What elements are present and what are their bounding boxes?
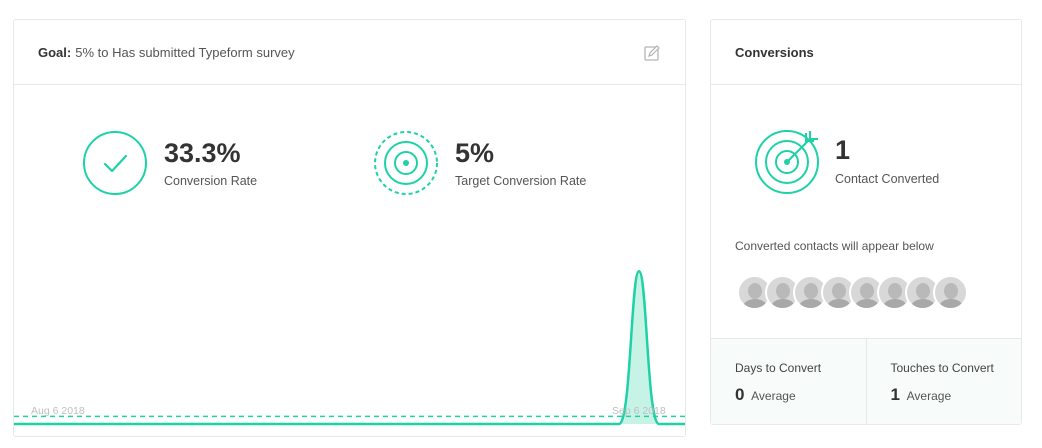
converted-count: 1 (835, 135, 851, 165)
days-to-convert-value: 0 (735, 385, 745, 404)
contact-avatar[interactable] (933, 275, 968, 310)
days-to-convert-value-row: 0 Average (735, 385, 866, 405)
days-to-convert-stat: Days to Convert 0 Average (711, 339, 866, 424)
conversion-stats: Days to Convert 0 Average Touches to Con… (711, 338, 1021, 424)
touches-to-convert-value-row: 1 Average (891, 385, 1022, 405)
edit-icon[interactable] (643, 44, 661, 62)
avatar-list (737, 275, 968, 310)
goal-description: 5% to Has submitted Typeform survey (75, 44, 295, 60)
series-line (14, 270, 685, 426)
x-axis-start-label: Aug 6 2018 (31, 405, 85, 417)
conversions-header: Conversions (711, 20, 1021, 85)
goal-card: Goal: 5% to Has submitted Typeform surve… (13, 19, 686, 437)
goal-prefix: Goal: (38, 44, 72, 60)
days-to-convert-unit: Average (751, 389, 796, 403)
touches-to-convert-unit: Average (906, 389, 952, 403)
conversions-card: Conversions 1 Contact Converted Converte… (710, 19, 1022, 425)
touches-to-convert-value: 1 (890, 385, 900, 404)
converted-count-label: Contact Converted (835, 172, 940, 186)
target-arrow-icon (755, 130, 819, 194)
conversion-chart: Aug 6 2018 Sep 6 2018 (14, 270, 685, 426)
touches-to-convert-stat: Touches to Convert 1 Average (865, 339, 1022, 424)
converted-contacts-hint: Converted contacts will appear below (735, 239, 934, 253)
touches-to-convert-label: Touches to Convert (890, 361, 994, 375)
goal-header: Goal: 5% to Has submitted Typeform surve… (14, 20, 685, 85)
x-axis-end-label: Sep 6 2018 (612, 405, 666, 417)
days-to-convert-label: Days to Convert (735, 361, 822, 375)
conversions-title: Conversions (735, 44, 814, 60)
